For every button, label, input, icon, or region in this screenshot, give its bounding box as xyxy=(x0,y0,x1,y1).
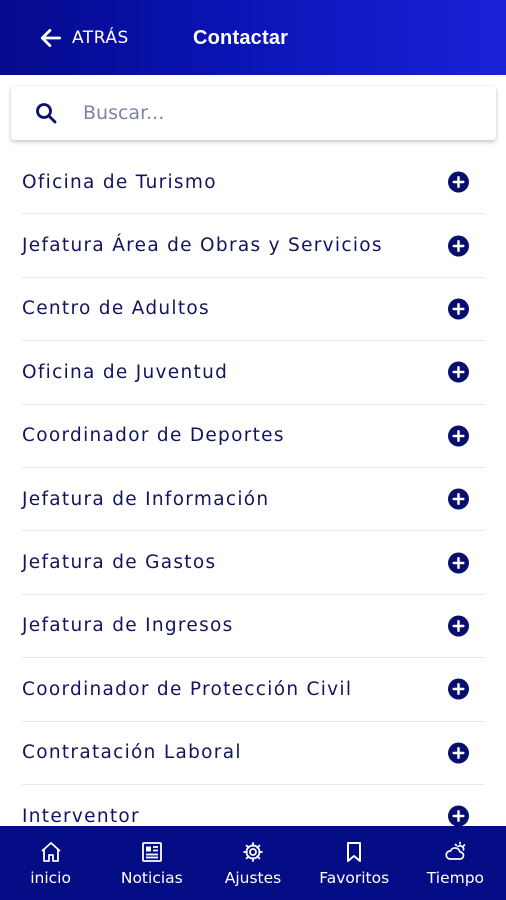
list-item-label: Jefatura de Ingresos xyxy=(22,615,234,637)
nav-item-tiempo[interactable]: Tiempo xyxy=(405,826,506,900)
back-button[interactable]: ATRÁS xyxy=(38,24,129,52)
nav-item-ajustes[interactable]: Ajustes xyxy=(202,826,303,900)
weather-icon xyxy=(445,841,466,860)
back-label: ATRÁS xyxy=(72,28,129,48)
list-item-label: Jefatura Área de Obras y Servicios xyxy=(22,235,383,257)
bottom-navigation: inicio Noticias Ajustes Favoritos Tiempo xyxy=(0,826,506,900)
home-icon xyxy=(40,842,61,862)
plus-circle-icon[interactable] xyxy=(448,171,469,193)
plus-circle-icon[interactable] xyxy=(448,805,469,826)
app-header: ATRÁS Contactar xyxy=(0,0,506,75)
nav-label: inicio xyxy=(30,869,71,887)
list-item[interactable]: Jefatura de Ingresos xyxy=(22,595,484,659)
list-item[interactable]: Centro de Adultos xyxy=(22,278,484,342)
plus-circle-icon[interactable] xyxy=(448,425,469,447)
newspaper-icon xyxy=(141,842,162,862)
nav-label: Noticias xyxy=(120,869,183,887)
list-item[interactable]: Interventor xyxy=(22,785,484,826)
list-item[interactable]: Oficina de Juventud xyxy=(22,341,484,405)
list-item-label: Centro de Adultos xyxy=(22,298,210,320)
list-item[interactable]: Contratación Laboral xyxy=(22,722,484,785)
search-input[interactable] xyxy=(83,96,483,130)
search-bar xyxy=(11,86,496,140)
list-item-label: Oficina de Juventud xyxy=(22,361,229,383)
list-item[interactable]: Oficina de Turismo xyxy=(22,151,484,215)
list-item[interactable]: Jefatura de Gastos xyxy=(22,531,484,595)
plus-circle-icon[interactable] xyxy=(448,488,469,510)
search-icon[interactable] xyxy=(34,101,58,125)
nav-label: Favoritos xyxy=(319,869,390,887)
nav-label: Tiempo xyxy=(426,869,485,887)
nav-item-favoritos[interactable]: Favoritos xyxy=(304,826,405,900)
list-item-label: Contratación Laboral xyxy=(22,742,242,764)
list-item[interactable]: Jefatura Área de Obras y Servicios xyxy=(22,214,484,278)
plus-circle-icon[interactable] xyxy=(448,742,469,764)
page-title: Contactar xyxy=(193,27,289,49)
plus-circle-icon[interactable] xyxy=(448,235,469,257)
plus-circle-icon[interactable] xyxy=(448,678,469,700)
nav-item-noticias[interactable]: Noticias xyxy=(101,826,202,900)
list-item[interactable]: Jefatura de Información xyxy=(22,468,484,532)
list-item-label: Coordinador de Deportes xyxy=(22,425,285,447)
bookmark-icon xyxy=(347,842,362,862)
list-item-label: Coordinador de Protección Civil xyxy=(22,678,353,700)
plus-circle-icon[interactable] xyxy=(448,615,469,637)
arrow-left-icon xyxy=(40,29,62,47)
contact-list: Oficina de Turismo Jefatura Área de Obra… xyxy=(0,151,506,826)
nav-label: Ajustes xyxy=(224,869,282,887)
list-item[interactable]: Coordinador de Deportes xyxy=(22,405,484,468)
list-item-label: Interventor xyxy=(22,805,140,826)
list-item[interactable]: Coordinador de Protección Civil xyxy=(22,658,484,722)
plus-circle-icon[interactable] xyxy=(448,298,469,320)
nav-item-inicio[interactable]: inicio xyxy=(0,826,101,900)
plus-circle-icon[interactable] xyxy=(448,552,469,574)
gear-icon xyxy=(243,842,263,862)
list-item-label: Jefatura de Información xyxy=(22,488,270,510)
list-item-label: Oficina de Turismo xyxy=(22,171,217,193)
list-item-label: Jefatura de Gastos xyxy=(22,552,217,574)
plus-circle-icon[interactable] xyxy=(448,361,469,383)
